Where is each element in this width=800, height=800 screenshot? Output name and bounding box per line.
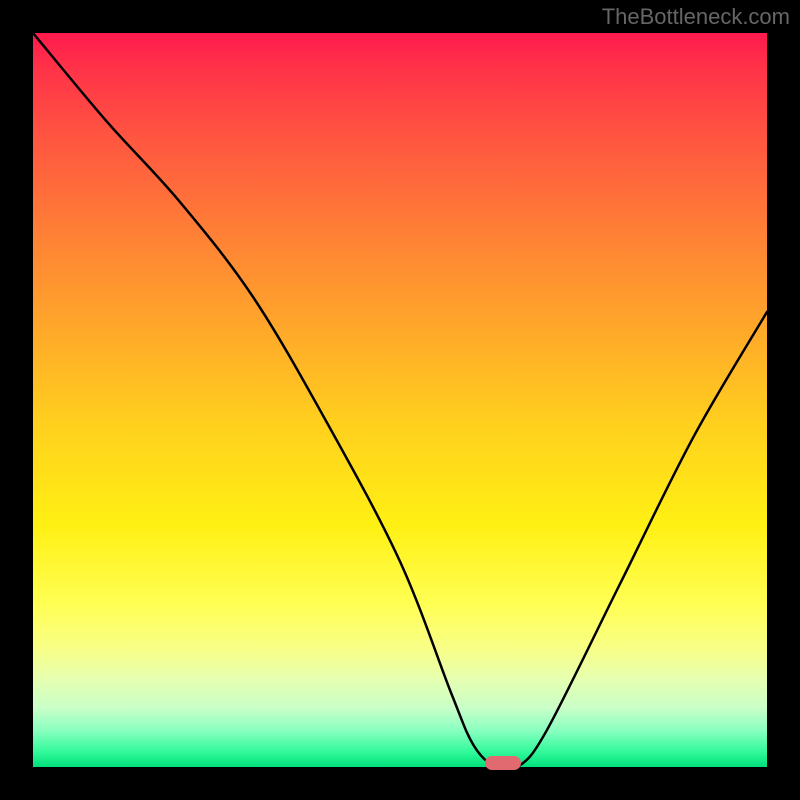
bottleneck-curve-path	[33, 33, 767, 767]
bottleneck-curve-svg	[33, 33, 767, 767]
plot-area	[33, 33, 767, 767]
optimal-marker	[485, 756, 521, 770]
watermark-text: TheBottleneck.com	[602, 4, 790, 30]
